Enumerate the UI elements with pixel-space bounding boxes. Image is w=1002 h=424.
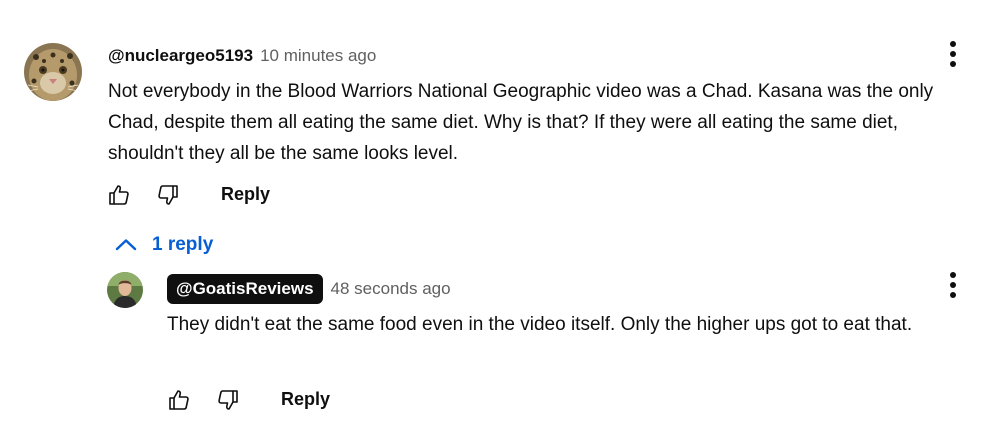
comment-header: @nucleargeo5193 10 minutes ago [108, 43, 376, 69]
replies-toggle[interactable]: 1 reply [114, 233, 213, 257]
comment-author[interactable]: @nucleargeo5193 [108, 46, 253, 66]
more-vert-icon[interactable] [941, 38, 965, 70]
thumbs-up-icon[interactable] [106, 182, 132, 208]
more-vert-icon[interactable] [941, 269, 965, 301]
comment-timestamp[interactable]: 10 minutes ago [260, 46, 376, 66]
commenter-avatar[interactable] [24, 43, 82, 101]
reply-author[interactable]: @GoatisReviews [167, 273, 323, 304]
comment-thread: @nucleargeo5193 10 minutes ago Not every… [0, 0, 1002, 424]
reply-timestamp[interactable]: 48 seconds ago [331, 279, 451, 299]
reply-header: @GoatisReviews 48 seconds ago [167, 273, 451, 304]
reply-button[interactable]: Reply [281, 389, 330, 410]
replies-toggle-label: 1 reply [152, 234, 214, 255]
reply-text: They didn't eat the same food even in th… [167, 314, 913, 335]
thumbs-down-icon[interactable] [155, 182, 181, 208]
person-avatar-image [107, 272, 143, 308]
leopard-avatar-image [24, 43, 82, 101]
reply-avatar[interactable] [107, 272, 143, 308]
thumbs-up-icon[interactable] [166, 387, 192, 413]
reply-button[interactable]: Reply [221, 184, 270, 205]
chevron-up-icon [115, 239, 137, 251]
comment-text: Not everybody in the Blood Warriors Nati… [108, 81, 934, 164]
thumbs-down-icon[interactable] [215, 387, 241, 413]
